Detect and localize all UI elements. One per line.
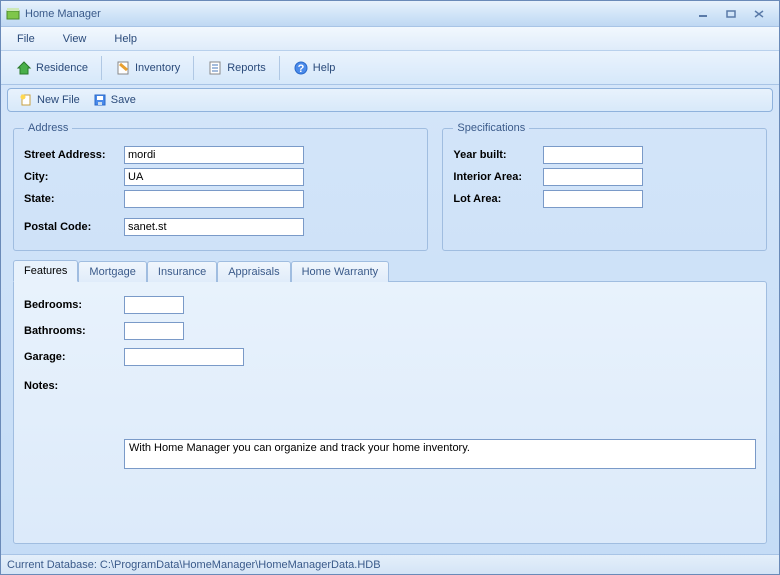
- postal-input[interactable]: [124, 218, 304, 236]
- bedrooms-input[interactable]: [124, 296, 184, 314]
- year-input[interactable]: [543, 146, 643, 164]
- titlebar: Home Manager: [1, 1, 779, 27]
- reports-label: Reports: [227, 62, 266, 74]
- address-group: Address Street Address: City: State: Pos…: [13, 122, 428, 251]
- save-button[interactable]: Save: [88, 91, 140, 109]
- status-text: Current Database: C:\ProgramData\HomeMan…: [7, 559, 381, 571]
- separator: [101, 56, 102, 80]
- interior-label: Interior Area:: [453, 171, 543, 183]
- notes-textarea[interactable]: [124, 439, 756, 469]
- window-controls: [693, 7, 775, 21]
- content-area: Address Street Address: City: State: Pos…: [1, 112, 779, 554]
- garage-input[interactable]: [124, 348, 244, 366]
- new-file-icon: [18, 92, 34, 108]
- address-legend: Address: [24, 122, 72, 134]
- inventory-label: Inventory: [135, 62, 180, 74]
- tab-content: Bedrooms: Bathrooms: Garage: Notes:: [13, 281, 767, 544]
- lot-label: Lot Area:: [453, 193, 543, 205]
- tab-features[interactable]: Features: [13, 260, 78, 282]
- menu-help[interactable]: Help: [110, 31, 141, 47]
- inventory-button[interactable]: Inventory: [106, 56, 189, 80]
- state-input[interactable]: [124, 190, 304, 208]
- tab-strip: Features Mortgage Insurance Appraisals H…: [13, 259, 767, 281]
- street-label: Street Address:: [24, 149, 124, 161]
- tab-appraisals[interactable]: Appraisals: [217, 261, 290, 282]
- state-label: State:: [24, 193, 124, 205]
- help-label: Help: [313, 62, 336, 74]
- close-button[interactable]: [749, 7, 769, 21]
- menubar: File View Help: [1, 27, 779, 51]
- menu-view[interactable]: View: [59, 31, 91, 47]
- toolbar: Residence Inventory Reports ? Help: [1, 51, 779, 85]
- tab-insurance[interactable]: Insurance: [147, 261, 217, 282]
- separator: [279, 56, 280, 80]
- save-icon: [92, 92, 108, 108]
- lot-input[interactable]: [543, 190, 643, 208]
- tab-mortgage[interactable]: Mortgage: [78, 261, 146, 282]
- specs-legend: Specifications: [453, 122, 529, 134]
- city-label: City:: [24, 171, 124, 183]
- garage-label: Garage:: [24, 351, 124, 363]
- maximize-button[interactable]: [721, 7, 741, 21]
- new-file-label: New File: [37, 94, 80, 106]
- app-icon: [5, 6, 21, 22]
- residence-button[interactable]: Residence: [7, 56, 97, 80]
- statusbar: Current Database: C:\ProgramData\HomeMan…: [1, 554, 779, 574]
- tab-panel: Features Mortgage Insurance Appraisals H…: [13, 259, 767, 544]
- help-icon: ?: [293, 60, 309, 76]
- postal-label: Postal Code:: [24, 221, 124, 233]
- inventory-icon: [115, 60, 131, 76]
- main-window: Home Manager File View Help Residence In…: [0, 0, 780, 575]
- minimize-button[interactable]: [693, 7, 713, 21]
- separator: [193, 56, 194, 80]
- sub-toolbar: New File Save: [7, 88, 773, 112]
- house-icon: [16, 60, 32, 76]
- specs-group: Specifications Year built: Interior Area…: [442, 122, 767, 251]
- city-input[interactable]: [124, 168, 304, 186]
- menu-file[interactable]: File: [13, 31, 39, 47]
- reports-button[interactable]: Reports: [198, 56, 275, 80]
- bathrooms-input[interactable]: [124, 322, 184, 340]
- svg-text:?: ?: [297, 63, 304, 75]
- save-label: Save: [111, 94, 136, 106]
- street-input[interactable]: [124, 146, 304, 164]
- help-button[interactable]: ? Help: [284, 56, 345, 80]
- window-title: Home Manager: [25, 8, 693, 20]
- bedrooms-label: Bedrooms:: [24, 299, 124, 311]
- residence-label: Residence: [36, 62, 88, 74]
- bathrooms-label: Bathrooms:: [24, 325, 124, 337]
- top-panels: Address Street Address: City: State: Pos…: [13, 122, 767, 251]
- notes-label: Notes:: [24, 378, 124, 392]
- interior-input[interactable]: [543, 168, 643, 186]
- new-file-button[interactable]: New File: [14, 91, 84, 109]
- year-label: Year built:: [453, 149, 543, 161]
- tab-warranty[interactable]: Home Warranty: [291, 261, 390, 282]
- reports-icon: [207, 60, 223, 76]
